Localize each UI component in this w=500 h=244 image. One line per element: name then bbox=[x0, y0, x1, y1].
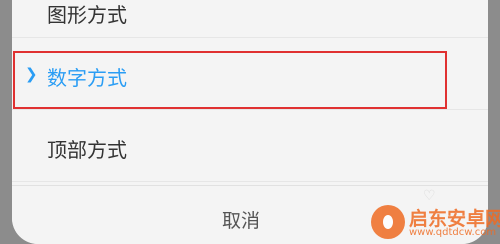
display-style-options: 图形方式 ❯ 数字方式 顶部方式 bbox=[12, 0, 488, 182]
option-label: 数字方式 bbox=[47, 66, 127, 90]
option-top[interactable]: 顶部方式 bbox=[12, 110, 488, 182]
cancel-button[interactable]: 取消 bbox=[222, 206, 260, 233]
option-numeric[interactable]: ❯ 数字方式 bbox=[12, 38, 488, 110]
option-label: 图形方式 bbox=[47, 3, 127, 27]
watermark: 启东安卓网 www.qdtdcw.com bbox=[371, 188, 500, 244]
option-label: 顶部方式 bbox=[47, 138, 127, 162]
watermark-url: www.qdtdcw.com bbox=[409, 227, 497, 238]
option-graphic[interactable]: 图形方式 bbox=[12, 0, 488, 38]
chevron-right-icon: ❯ bbox=[25, 65, 38, 83]
flame-logo-icon bbox=[371, 205, 405, 239]
